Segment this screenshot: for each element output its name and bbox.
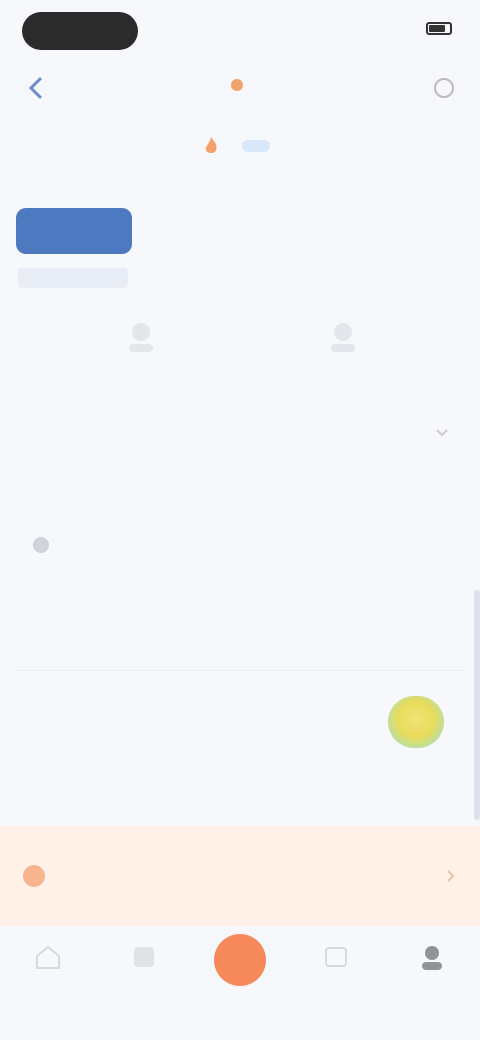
choice-option-2[interactable]: [298, 316, 388, 406]
battery-icon: [426, 22, 452, 35]
plan-tabs: [16, 208, 464, 258]
detail-col-1: [16, 590, 165, 598]
plan-tab-1[interactable]: [16, 208, 132, 254]
detail-header: [16, 530, 464, 558]
tab-center-action[interactable]: [192, 926, 288, 1040]
info-icon: [23, 865, 45, 887]
status-time-pill: [22, 12, 138, 50]
tab-profile[interactable]: [384, 926, 480, 1040]
plan-tab-3[interactable]: [253, 208, 354, 254]
choice-row: [0, 316, 480, 406]
page-title: [0, 76, 480, 98]
payment-method-icon[interactable]: [388, 696, 444, 748]
plan-tab-4[interactable]: [363, 208, 464, 254]
status-bar: [0, 0, 480, 64]
plan-note: [18, 268, 128, 288]
profile-icon: [422, 946, 442, 970]
payment-row[interactable]: [16, 690, 464, 754]
notice-banner[interactable]: [0, 826, 480, 926]
list-icon: [134, 947, 154, 967]
divider: [16, 670, 464, 671]
choice-2-icon: [331, 323, 355, 352]
promo-link[interactable]: [242, 140, 270, 152]
plan-tab-2[interactable]: [142, 208, 243, 254]
title-badge-icon: [231, 79, 243, 91]
fire-icon: [205, 137, 217, 153]
clock-icon: [33, 537, 49, 553]
center-action-icon: [214, 934, 266, 986]
more-icon[interactable]: [430, 74, 458, 102]
detail-col-2: [165, 590, 314, 598]
tab-messages[interactable]: [288, 926, 384, 1040]
detail-col-3: [315, 590, 464, 598]
message-icon: [325, 947, 347, 967]
bottom-tab-bar: [0, 926, 480, 1040]
scrollbar[interactable]: [474, 590, 480, 820]
choice-option-1[interactable]: [96, 316, 186, 406]
tab-list[interactable]: [96, 926, 192, 1040]
choice-1-icon: [129, 323, 153, 352]
chevron-right-icon: [447, 870, 455, 882]
home-icon: [36, 945, 60, 969]
chevron-down-icon[interactable]: [432, 422, 452, 442]
promo-banner: [0, 128, 480, 164]
status-indicators: [420, 22, 452, 35]
order-detail-card: [16, 508, 464, 658]
top-bar: [0, 64, 480, 112]
tab-home[interactable]: [0, 926, 96, 1040]
detail-columns: [16, 590, 464, 598]
